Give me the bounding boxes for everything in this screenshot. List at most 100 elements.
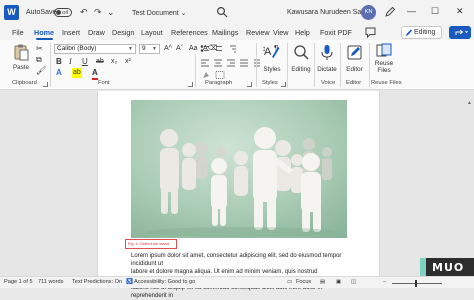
italic-button[interactable]: I bbox=[69, 57, 72, 67]
web-layout-icon[interactable]: ◫ bbox=[351, 279, 356, 285]
svg-text:A: A bbox=[264, 46, 272, 58]
zoom-slider[interactable] bbox=[392, 283, 442, 284]
cut-icon[interactable]: ✂ bbox=[36, 44, 43, 54]
styles-icon: A bbox=[264, 46, 280, 58]
divider bbox=[195, 54, 196, 87]
clipboard-launcher-icon[interactable] bbox=[43, 82, 48, 87]
text-predictions-status[interactable]: Text Predictions: On bbox=[72, 279, 122, 285]
divider bbox=[50, 43, 51, 87]
pencil-icon bbox=[406, 29, 412, 36]
title-bar: W AutoSave Off ↶ ↷ ⌄ Test Document ⌄ Kaw… bbox=[0, 0, 474, 26]
tab-mailings[interactable]: Mailings bbox=[212, 28, 238, 37]
undo-icon[interactable]: ↶ bbox=[80, 7, 88, 17]
tab-file[interactable]: File bbox=[12, 28, 24, 37]
font-name-combo[interactable]: Calibri (Body) ▼ bbox=[54, 44, 136, 54]
focus-mode-button[interactable]: Focus bbox=[296, 279, 311, 285]
ribbon-tab-bar: File Home Insert Draw Design Layout Refe… bbox=[0, 26, 474, 47]
styles-button[interactable]: A Styles bbox=[259, 43, 285, 73]
dictate-button[interactable]: Dictate bbox=[315, 43, 339, 73]
maximize-button[interactable]: ☐ bbox=[431, 5, 439, 17]
avatar[interactable]: KN bbox=[361, 5, 376, 20]
search-icon[interactable] bbox=[216, 6, 228, 18]
divider bbox=[369, 43, 370, 87]
accessibility-status[interactable]: Accessibility: Good to go bbox=[134, 279, 195, 285]
paragraph-group-label: Paragraph bbox=[205, 80, 233, 86]
tab-view[interactable]: View bbox=[273, 28, 288, 37]
microphone-icon bbox=[321, 45, 333, 60]
styles-group-label: Styles bbox=[262, 80, 278, 86]
styles-launcher-icon[interactable] bbox=[281, 82, 286, 87]
pen-icon[interactable] bbox=[384, 6, 396, 18]
document-title-chevron-icon: ⌄ bbox=[180, 10, 187, 17]
accessibility-icon: ♿ bbox=[126, 279, 133, 285]
status-bar: Page 1 of 5 711 words Text Predictions: … bbox=[0, 276, 474, 288]
vertical-scrollbar[interactable]: ▲ ▼ bbox=[466, 98, 474, 276]
minimize-button[interactable]: — bbox=[407, 5, 416, 17]
shading-borders-icon[interactable] bbox=[200, 70, 230, 80]
reuse-files-button[interactable]: Reuse Files bbox=[371, 43, 397, 74]
list-buttons-icon[interactable] bbox=[200, 44, 258, 54]
editor-button[interactable]: Editor bbox=[342, 43, 367, 73]
zoom-out-button[interactable]: − bbox=[383, 279, 386, 285]
divider bbox=[256, 43, 257, 87]
body-line: Lorem ipsum dolor sit amet, consectetur … bbox=[131, 253, 342, 267]
editing-button[interactable]: Editing bbox=[288, 43, 314, 73]
grow-font-icon[interactable]: A^ bbox=[164, 44, 172, 54]
document-image[interactable] bbox=[131, 100, 347, 238]
text-effects-icon[interactable]: A bbox=[56, 68, 62, 78]
font-launcher-icon[interactable] bbox=[188, 82, 193, 87]
tab-foxit-pdf[interactable]: Foxit PDF bbox=[320, 28, 352, 37]
comment-icon[interactable] bbox=[364, 26, 377, 39]
muo-watermark-logo: MUO bbox=[420, 258, 474, 276]
editor-group-label: Editor bbox=[346, 80, 362, 86]
tab-draw[interactable]: Draw bbox=[88, 28, 105, 37]
tab-insert[interactable]: Insert bbox=[62, 28, 80, 37]
share-button[interactable] bbox=[449, 26, 471, 39]
paragraph-launcher-icon[interactable] bbox=[247, 82, 252, 87]
zoom-slider-thumb[interactable] bbox=[415, 280, 417, 287]
paste-button[interactable]: Paste bbox=[6, 43, 36, 71]
paste-icon bbox=[14, 44, 29, 61]
reuse-files-icon bbox=[376, 43, 392, 57]
page-count[interactable]: Page 1 of 5 bbox=[4, 279, 33, 285]
strikethrough-button[interactable]: ab bbox=[96, 57, 104, 67]
editor-icon bbox=[347, 45, 361, 60]
font-size-combo[interactable]: 9 ▼ bbox=[139, 44, 160, 54]
editing-mode-button[interactable]: Editing ⌄ bbox=[401, 26, 442, 47]
font-name-dropdown-icon: ▼ bbox=[128, 46, 133, 52]
word-count[interactable]: 711 words bbox=[38, 279, 63, 285]
find-icon bbox=[294, 45, 309, 60]
superscript-button[interactable]: x² bbox=[125, 57, 131, 67]
read-mode-icon[interactable]: ▤ bbox=[320, 279, 325, 285]
reuse-files-group-label: Reuse Files bbox=[371, 80, 402, 86]
tab-help[interactable]: Help bbox=[295, 28, 310, 37]
autosave-label: AutoSave bbox=[26, 9, 57, 16]
bold-button[interactable]: B bbox=[56, 57, 62, 67]
tab-review[interactable]: Review bbox=[246, 28, 270, 37]
image-caption[interactable]: Fig. 1: United we stand bbox=[125, 239, 177, 249]
tab-design[interactable]: Design bbox=[112, 28, 134, 37]
subscript-button[interactable]: x₂ bbox=[111, 57, 117, 67]
close-button[interactable]: ✕ bbox=[456, 5, 464, 17]
user-name[interactable]: Kawusara Nurudeen Salley bbox=[287, 9, 372, 16]
format-painter-icon[interactable]: 🖌 bbox=[36, 66, 46, 76]
shrink-font-icon[interactable]: Aˇ bbox=[176, 44, 183, 54]
font-color-icon[interactable]: A bbox=[92, 68, 98, 80]
highlight-color-icon[interactable]: ab bbox=[72, 68, 82, 78]
tab-references[interactable]: References bbox=[171, 28, 208, 37]
clipboard-group-label: Clipboard bbox=[12, 80, 37, 86]
tab-home[interactable]: Home bbox=[34, 28, 54, 37]
autosave-toggle[interactable]: Off bbox=[54, 8, 72, 17]
tab-layout[interactable]: Layout bbox=[141, 28, 163, 37]
customize-quick-access-icon[interactable]: ⌄ bbox=[107, 7, 115, 17]
scroll-up-icon[interactable]: ▲ bbox=[467, 100, 472, 106]
ribbon-home: Paste ✂ ⧉ 🖌 Clipboard Calibri (Body) ▼ 9 ▼… bbox=[0, 40, 474, 129]
print-layout-icon[interactable]: ▣ bbox=[336, 279, 341, 285]
document-title[interactable]: Test Document ⌄ bbox=[132, 9, 187, 17]
copy-icon[interactable]: ⧉ bbox=[36, 55, 42, 65]
font-size-dropdown-icon: ▼ bbox=[152, 46, 157, 52]
divider bbox=[340, 43, 341, 87]
redo-icon[interactable]: ↷ bbox=[94, 7, 102, 17]
change-case-icon[interactable]: Aa bbox=[189, 44, 198, 54]
underline-button[interactable]: U bbox=[82, 57, 88, 67]
